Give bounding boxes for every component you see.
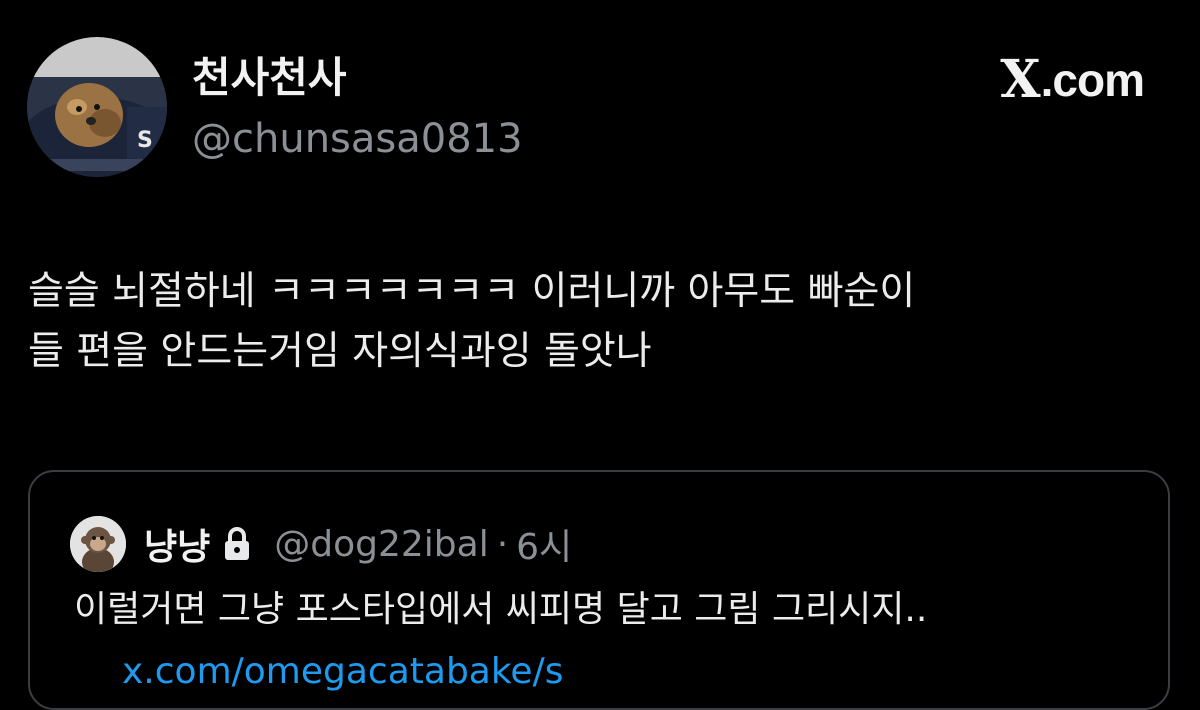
author-display-name[interactable]: 천사천사 <box>192 52 347 104</box>
quoted-author-name[interactable]: 냥냥 <box>144 518 210 570</box>
quoted-author-avatar[interactable] <box>70 516 126 572</box>
tweet-text-line: 들 편을 안드는거임 자의식과잉 돌앗나 <box>28 329 652 374</box>
quoted-tweet-text: 이럴거면 그냥 포스타입에서 씨피명 달고 그림 그리시지.. <box>74 589 928 630</box>
tweet-text-line: 슬슬 뇌절하네 ㅋㅋㅋㅋㅋㅋㅋ 이러니까 아무도 빠순이 <box>28 269 916 314</box>
quoted-tweet-link[interactable]: x.com/omegacatabake/s <box>122 646 563 698</box>
meta-separator: · <box>496 523 509 565</box>
brand-domain-text: .com <box>1040 54 1145 106</box>
monkey-avatar-icon <box>70 516 126 572</box>
author-handle[interactable]: @chunsasa0813 <box>192 114 523 164</box>
svg-text:S: S <box>137 128 153 153</box>
author-avatar[interactable]: S <box>27 37 167 177</box>
quoted-tweet-card[interactable]: 냥냥 @dog22ibal · 6시 이럴거면 그냥 포스타입에서 씨피명 달고… <box>28 470 1170 710</box>
quoted-tweet-header: 냥냥 @dog22ibal · 6시 <box>70 516 572 572</box>
x-logo-icon: X <box>1000 49 1041 110</box>
quoted-author-handle[interactable]: @dog22ibal <box>274 524 488 565</box>
tweet-body: 슬슬 뇌절하네 ㅋㅋㅋㅋㅋㅋㅋ 이러니까 아무도 빠순이 들 편을 안드는거임 … <box>28 262 1168 382</box>
quoted-tweet-time[interactable]: 6시 <box>516 518 572 570</box>
x-brand-logo: X .com <box>1000 49 1145 110</box>
lock-icon <box>225 527 250 560</box>
dog-avatar-icon: S <box>27 37 167 177</box>
